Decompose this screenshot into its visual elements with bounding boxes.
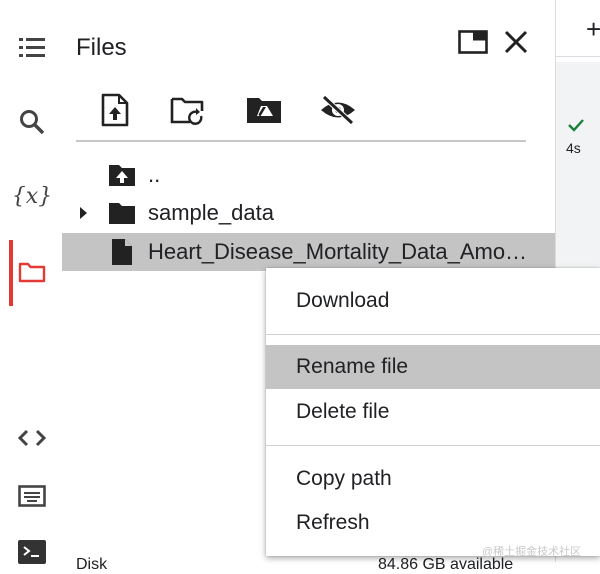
disk-label: Disk <box>76 556 108 573</box>
menu-item-label: Refresh <box>296 511 370 534</box>
execution-time: 4s <box>566 140 581 156</box>
tree-row-label: Heart_Disease_Mortality_Data_Amo… <box>148 239 528 264</box>
tree-row-parent[interactable]: .. <box>62 156 555 194</box>
menu-item-delete-file[interactable]: Delete file <box>266 390 600 434</box>
expand-caret-icon[interactable] <box>78 206 90 220</box>
menu-item-label: Rename file <box>296 355 409 378</box>
files-button[interactable] <box>10 250 54 294</box>
mount-drive-button[interactable] <box>242 88 286 132</box>
search-icon <box>19 109 45 135</box>
folder-icon <box>108 198 136 228</box>
toolbar-divider <box>76 140 526 142</box>
tree-row-sample-data[interactable]: sample_data <box>62 194 555 232</box>
code-snippets-button[interactable] <box>10 416 54 460</box>
file-icon <box>108 237 136 267</box>
terminal-button[interactable] <box>10 530 54 574</box>
tree-row-label: .. <box>148 162 161 187</box>
close-icon <box>504 30 528 54</box>
menu-item-label: Copy path <box>296 467 392 490</box>
menu-item-refresh[interactable]: Refresh <box>266 501 600 545</box>
tree-row-label: sample_data <box>148 200 274 225</box>
terminal-icon <box>18 540 46 564</box>
menu-item-download[interactable]: Download <box>266 279 600 323</box>
menu-item-copy-path[interactable]: Copy path <box>266 457 600 501</box>
panel-title: Files <box>76 34 127 61</box>
hide-files-icon <box>319 95 357 125</box>
menu-item-label: Download <box>296 289 390 312</box>
refresh-folder-icon <box>170 95 206 125</box>
command-palette-icon <box>18 485 46 507</box>
menu-item-label: Delete file <box>296 400 390 423</box>
hide-files-button[interactable] <box>316 88 360 132</box>
refresh-folder-button[interactable] <box>166 88 210 132</box>
left-rail: {x} <box>0 0 62 564</box>
watermark: @稀土掘金技术社区 <box>482 546 582 558</box>
menu-divider <box>266 334 600 335</box>
open-in-tab-icon <box>458 30 488 54</box>
menu-item-rename-file[interactable]: Rename file <box>266 345 600 389</box>
add-cell-button[interactable]: + <box>586 14 600 45</box>
tree-row-selected-file[interactable]: Heart_Disease_Mortality_Data_Amo… <box>62 233 555 271</box>
upload-file-icon <box>101 93 129 127</box>
close-panel-button[interactable] <box>498 24 534 60</box>
upload-button[interactable] <box>93 88 137 132</box>
context-menu: Download Rename file Delete file Copy pa… <box>266 268 600 556</box>
folder-icon <box>18 261 46 283</box>
menu-divider <box>266 445 600 446</box>
parent-folder-icon <box>108 160 136 190</box>
code-snippets-icon <box>18 428 46 448</box>
notebook-toolbar: + <box>556 0 600 57</box>
search-button[interactable] <box>10 100 54 144</box>
code-cell[interactable] <box>556 62 600 272</box>
variables-icon: {x} <box>11 183 53 209</box>
check-icon <box>567 118 585 132</box>
table-of-contents-icon <box>19 37 45 59</box>
command-palette-button[interactable] <box>10 474 54 518</box>
open-in-tab-button[interactable] <box>455 24 491 60</box>
table-of-contents-button[interactable] <box>10 26 54 70</box>
mount-drive-icon <box>246 96 282 124</box>
variables-button[interactable]: {x} <box>10 174 54 218</box>
